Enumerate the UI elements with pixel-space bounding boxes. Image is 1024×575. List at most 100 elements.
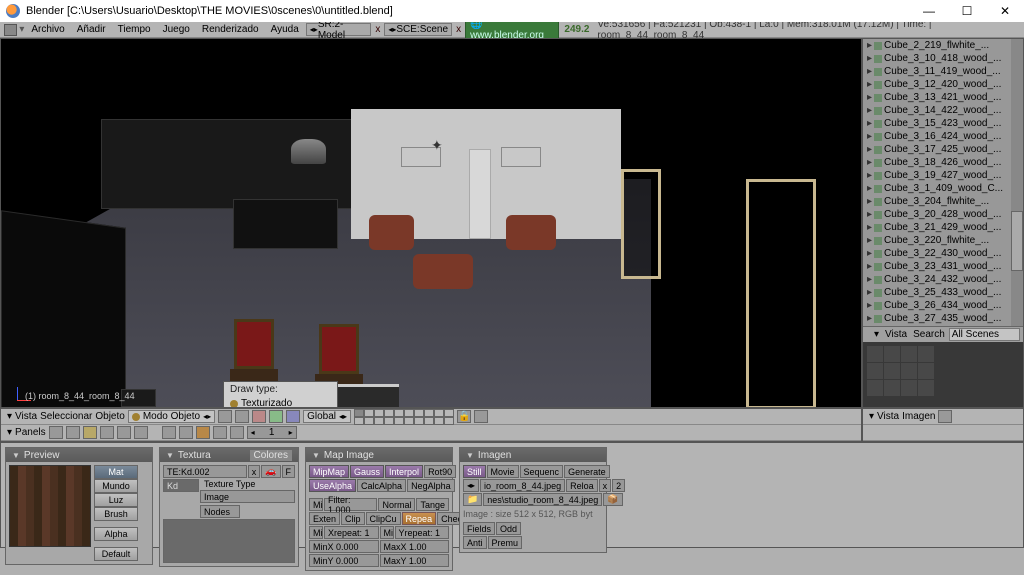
negalpha-btn[interactable]: NegAlpha xyxy=(407,479,455,492)
outliner-item[interactable]: ▸Cube_3_12_420_wood_... xyxy=(863,78,1023,91)
orientation-selector[interactable]: Global◂▸ xyxy=(303,410,351,423)
outliner-item[interactable]: ▸Cube_3_17_425_wood_... xyxy=(863,143,1023,156)
img-users[interactable]: 2 xyxy=(612,479,625,492)
preview-default[interactable]: Default xyxy=(94,547,138,561)
screen-selector[interactable]: ◂▸ SR:2-Model xyxy=(306,23,372,36)
nodes-toggle[interactable]: Nodes xyxy=(200,505,240,518)
extend-btn[interactable]: Exten xyxy=(309,512,340,525)
maxx-field[interactable]: MaxX 1.00 xyxy=(380,540,450,553)
browse-icon[interactable]: 📁 xyxy=(463,493,482,506)
menu-archivo[interactable]: Archivo xyxy=(26,24,69,35)
collapse-icon[interactable]: ▾ xyxy=(869,411,874,422)
close-button[interactable]: ✕ xyxy=(986,0,1024,22)
outliner-item[interactable]: ▸Cube_3_10_418_wood_... xyxy=(863,52,1023,65)
menu-tiempo[interactable]: Tiempo xyxy=(113,24,156,35)
tex-slots[interactable] xyxy=(163,519,295,563)
scrollbar-thumb[interactable] xyxy=(1011,211,1023,271)
outliner-item[interactable]: ▸Cube_3_19_427_wood_... xyxy=(863,169,1023,182)
uv-grid-preview[interactable] xyxy=(863,342,1023,407)
select-menu[interactable]: Seleccionar xyxy=(40,411,92,422)
tex-clear[interactable]: x xyxy=(248,465,261,478)
odd-btn[interactable]: Odd xyxy=(496,522,521,535)
context-editing[interactable] xyxy=(117,426,131,439)
manipulator-translate[interactable] xyxy=(252,410,266,423)
mipmap-btn[interactable]: MipMap xyxy=(309,465,349,478)
outliner-item[interactable]: ▸Cube_3_220_flwhite_... xyxy=(863,234,1023,247)
menu-anadir[interactable]: Añadir xyxy=(72,24,111,35)
preview-alpha[interactable]: Alpha xyxy=(94,527,138,541)
menu-juego[interactable]: Juego xyxy=(158,24,195,35)
menu-render[interactable]: Renderizado xyxy=(197,24,264,35)
rot90-btn[interactable]: Rot90 xyxy=(424,465,456,478)
sub-world[interactable] xyxy=(230,426,244,439)
preview-mat[interactable]: Mat xyxy=(94,465,138,479)
collapse-icon[interactable]: ▾ xyxy=(7,427,12,438)
outliner-item[interactable]: ▸Cube_3_1_409_wood_C... xyxy=(863,182,1023,195)
maximize-button[interactable]: ☐ xyxy=(948,0,986,22)
drawtype-textured[interactable]: Texturizado xyxy=(224,397,337,408)
outliner-item[interactable]: ▸Cube_3_21_429_wood_... xyxy=(863,221,1023,234)
img-view-menu[interactable]: Vista xyxy=(877,411,899,422)
texture-name[interactable]: TE:Kd.002 xyxy=(163,465,247,478)
mi-btn3[interactable]: Mi xyxy=(380,526,394,539)
tangent-btn[interactable]: Tange xyxy=(416,498,449,511)
outliner-item[interactable]: ▸Cube_3_14_422_wood_... xyxy=(863,104,1023,117)
still-btn[interactable]: Still xyxy=(463,465,486,478)
tex-slot[interactable]: Kd xyxy=(163,479,199,492)
object-menu[interactable]: Objeto xyxy=(95,411,124,422)
yrepeat-field[interactable]: Yrepeat: 1 xyxy=(395,526,450,539)
render-icon[interactable] xyxy=(474,410,488,423)
fields-btn[interactable]: Fields xyxy=(463,522,495,535)
tex-auto[interactable]: 🚗 xyxy=(261,465,280,478)
outliner-item[interactable]: ▸Cube_3_11_419_wood_... xyxy=(863,65,1023,78)
anti-btn[interactable]: Anti xyxy=(463,536,487,549)
context-logic[interactable] xyxy=(49,426,63,439)
clipcube-btn[interactable]: ClipCu xyxy=(366,512,401,525)
outliner-item[interactable]: ▸Cube_3_22_430_wood_... xyxy=(863,247,1023,260)
context-shading[interactable] xyxy=(83,426,97,439)
repeat-btn[interactable]: Repea xyxy=(402,512,437,525)
collapse-icon[interactable]: ▾ xyxy=(19,24,24,35)
img-pin-icon[interactable] xyxy=(938,410,952,423)
usealpha-btn[interactable]: UseAlpha xyxy=(309,479,356,492)
outliner-item[interactable]: ▸Cube_3_23_431_wood_... xyxy=(863,260,1023,273)
sequence-btn[interactable]: Sequenc xyxy=(520,465,564,478)
sub-radio[interactable] xyxy=(213,426,227,439)
pack-icon[interactable]: 📦 xyxy=(603,493,622,506)
movie-btn[interactable]: Movie xyxy=(487,465,519,478)
lock-icon[interactable]: 🔒 xyxy=(457,410,471,423)
minimize-button[interactable]: — xyxy=(910,0,948,22)
generate-btn[interactable]: Generate xyxy=(564,465,610,478)
manipulator-rotate[interactable] xyxy=(269,410,283,423)
outliner-item[interactable]: ▸Cube_3_16_424_wood_... xyxy=(863,130,1023,143)
sub-material[interactable] xyxy=(179,426,193,439)
outliner-item[interactable]: ▸Cube_3_26_434_wood_... xyxy=(863,299,1023,312)
textype-select[interactable]: Image xyxy=(200,490,295,503)
scene-delete[interactable]: x xyxy=(454,24,463,35)
outliner-item[interactable]: ▸Cube_2_219_flwhite_... xyxy=(863,39,1023,52)
layer-buttons[interactable] xyxy=(354,409,454,425)
outliner-item[interactable]: ▸Cube_3_18_426_wood_... xyxy=(863,156,1023,169)
context-object[interactable] xyxy=(100,426,114,439)
context-scene[interactable] xyxy=(134,426,148,439)
outliner-item[interactable]: ▸Cube_3_28_436_wood_... xyxy=(863,325,1023,326)
mi-btn[interactable]: Mi xyxy=(309,498,323,511)
3d-viewport[interactable]: ✦ (1) room_8_44_room_8_44 Draw type: Tex… xyxy=(0,38,862,408)
outliner-item[interactable]: ▸Cube_3_20_428_wood_... xyxy=(863,208,1023,221)
calcalpha-btn[interactable]: CalcAlpha xyxy=(357,479,406,492)
img-x[interactable]: x xyxy=(599,479,612,492)
outliner-view[interactable]: Vista xyxy=(883,329,909,340)
preview-brush[interactable]: Brush xyxy=(94,507,138,521)
outliner-item[interactable]: ▸Cube_3_25_433_wood_... xyxy=(863,286,1023,299)
image-name[interactable]: io_room_8_44.jpeg xyxy=(480,479,565,492)
premul-btn[interactable]: Premu xyxy=(488,536,523,549)
outliner-item[interactable]: ▸Cube_3_24_432_wood_... xyxy=(863,273,1023,286)
maxy-field[interactable]: MaxY 1.00 xyxy=(380,554,450,567)
img-image-menu[interactable]: Imagen xyxy=(902,411,935,422)
outliner-search[interactable]: Search xyxy=(911,329,947,340)
image-path[interactable]: nes\studio_room_8_44.jpeg xyxy=(483,493,602,506)
sub-texture[interactable] xyxy=(196,426,210,439)
collapse-icon[interactable]: ▾ xyxy=(7,411,12,422)
tex-fake[interactable]: F xyxy=(282,465,296,478)
filter-field[interactable]: Filter: 1.000 xyxy=(324,498,377,511)
